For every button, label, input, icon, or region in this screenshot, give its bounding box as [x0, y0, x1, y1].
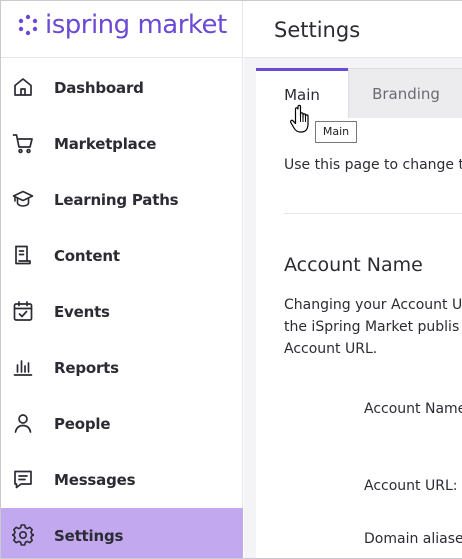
app-window: ispring market Dashboard Marketplace Lea… — [0, 0, 462, 559]
sidebar-item-label: Settings — [54, 527, 124, 545]
sidebar-item-dashboard[interactable]: Dashboard — [1, 60, 243, 116]
settings-tabs: Main Branding — [256, 68, 462, 118]
sidebar-item-label: Content — [54, 247, 120, 265]
section-title-account-name: Account Name — [284, 254, 423, 276]
sidebar-divider — [1, 57, 243, 58]
page-title: Settings — [274, 18, 361, 42]
description-line: Account URL. — [284, 341, 378, 357]
graduation-cap-icon — [12, 188, 34, 210]
sidebar-item-settings[interactable]: Settings — [1, 508, 243, 558]
sidebar-item-label: Dashboard — [54, 79, 144, 97]
sidebar-item-label: Messages — [54, 471, 136, 489]
sidebar-item-reports[interactable]: Reports — [1, 340, 243, 396]
tab-label: Main — [284, 85, 320, 104]
bar-chart-icon — [12, 356, 34, 378]
description-line: Changing your Account U — [284, 297, 462, 313]
sidebar-item-learning-paths[interactable]: Learning Paths — [1, 172, 243, 228]
sidebar-item-marketplace[interactable]: Marketplace — [1, 116, 243, 172]
logo[interactable]: ispring market — [17, 9, 227, 41]
hand-cursor-icon — [290, 104, 309, 133]
main-area: Settings Main Branding Use this page to … — [244, 1, 462, 558]
sidebar-item-label: Learning Paths — [54, 191, 179, 209]
person-icon — [12, 412, 34, 434]
account-name-description: Changing your Account U the iSpring Mark… — [284, 294, 462, 360]
sidebar-item-messages[interactable]: Messages — [1, 452, 243, 508]
tab-branding[interactable]: Branding — [348, 68, 462, 118]
calendar-check-icon — [12, 300, 34, 322]
domain-aliases-label: Domain aliase — [364, 531, 462, 547]
intro-text: Use this page to change t — [284, 157, 462, 173]
sidebar-item-label: Marketplace — [54, 135, 157, 153]
tooltip-text: Main — [322, 125, 350, 138]
sidebar-item-people[interactable]: People — [1, 396, 243, 452]
account-name-label: Account Name — [364, 401, 462, 417]
tab-label: Branding — [372, 84, 440, 103]
logo-text-market: market — [137, 10, 227, 40]
sidebar-item-content[interactable]: Content — [1, 228, 243, 284]
ispring-logo-icon — [18, 14, 38, 36]
tooltip: Main — [315, 121, 357, 143]
home-icon — [12, 76, 34, 98]
logo-text-regular: ispring — [45, 10, 130, 40]
message-icon — [12, 468, 34, 490]
logo-text: ispring market — [45, 10, 227, 40]
sidebar-nav: Dashboard Marketplace Learning Paths Con… — [1, 60, 243, 558]
account-url-label: Account URL: — [364, 478, 458, 494]
gear-icon — [12, 524, 34, 546]
sidebar-item-events[interactable]: Events — [1, 284, 243, 340]
settings-content: Use this page to change t Account Name C… — [256, 118, 462, 558]
section-divider — [284, 213, 462, 214]
cart-icon — [12, 132, 34, 154]
sidebar-item-label: Reports — [54, 359, 119, 377]
sidebar-item-label: People — [54, 415, 111, 433]
sidebar-item-label: Events — [54, 303, 110, 321]
sidebar: ispring market Dashboard Marketplace Lea… — [1, 1, 243, 558]
description-line: the iSpring Market publis — [284, 319, 460, 335]
document-icon — [12, 244, 34, 266]
top-bar: Settings — [244, 1, 462, 58]
